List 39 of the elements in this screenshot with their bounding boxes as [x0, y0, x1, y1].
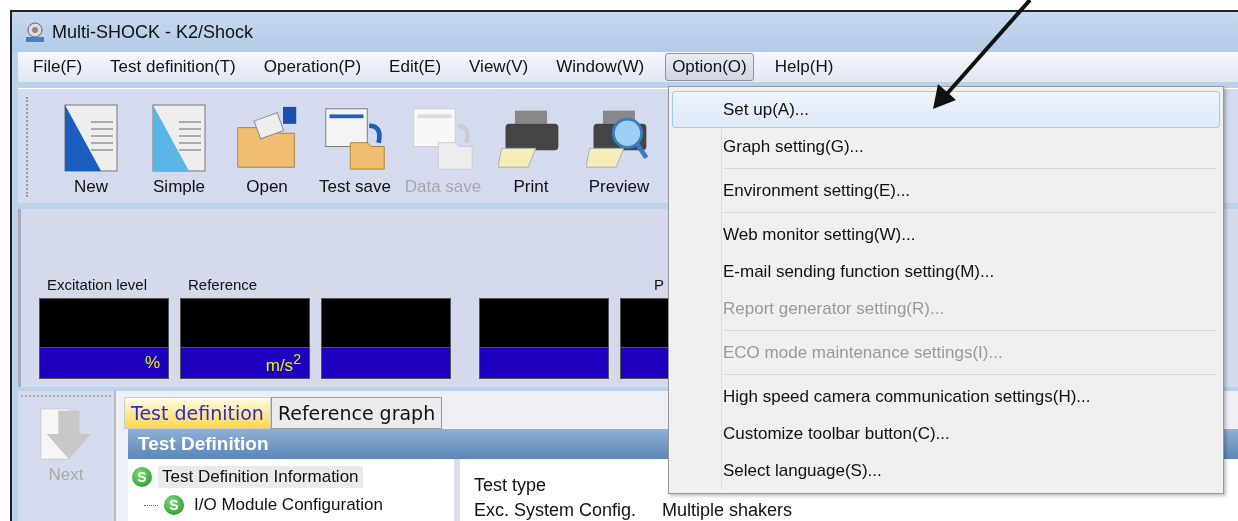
detail-label: Exc. System Config.	[474, 500, 637, 521]
unit-label: m/s$^{2}$	[265, 350, 301, 376]
app-icon	[24, 21, 46, 43]
toolbar-button[interactable]: Print	[489, 103, 573, 197]
tree-item[interactable]: I/O Module Configuration	[190, 494, 387, 516]
menu-item[interactable]: Select language(S)...	[672, 452, 1220, 489]
tab[interactable]: Reference graph	[270, 397, 443, 429]
meter-label: P	[653, 276, 665, 295]
window-title: Multi-SHOCK - K2/Shock	[52, 21, 254, 43]
menu-item[interactable]: View(V)	[462, 53, 536, 81]
status-icon: S	[164, 495, 184, 515]
detail-value: Multiple shakers	[662, 500, 793, 521]
status-icon: S	[132, 467, 152, 487]
meter-label: Excitation level	[46, 276, 149, 295]
menu-item[interactable]: Customize toolbar button(C)...	[672, 415, 1220, 452]
tree-item[interactable]: Test Definition Information	[158, 466, 363, 488]
menu-item[interactable]: Graph setting(G)...	[672, 128, 1220, 165]
tab[interactable]: Test definition	[124, 397, 271, 429]
menu-item[interactable]: Edit(E)	[382, 53, 449, 81]
menu-item[interactable]: Option(O)	[665, 53, 754, 81]
menu-item[interactable]: High speed camera communication settings(H)...	[672, 378, 1220, 415]
menu-item[interactable]: Operation(P)	[256, 53, 369, 81]
menu-item[interactable]: Test definition(T)	[103, 53, 243, 81]
meter-label: Reference	[187, 276, 259, 295]
panel-title: Test Definition	[138, 433, 269, 455]
menu-item[interactable]: Help(H)	[767, 53, 841, 81]
toolbar-button[interactable]: Test save	[313, 103, 397, 197]
menu-item[interactable]: Window(W)	[549, 53, 652, 81]
menu-item[interactable]: Web monitor setting(W)...	[672, 216, 1220, 253]
toolbar-button[interactable]: New	[49, 103, 133, 197]
menu-item[interactable]: Environment setting(E)...	[672, 172, 1220, 209]
menu-item[interactable]: E-mail sending function setting(M)...	[672, 253, 1220, 290]
detail-heading: Test type	[474, 475, 547, 496]
toolbar-button[interactable]: Simple	[137, 103, 221, 197]
unit-label: %	[144, 353, 160, 373]
toolbar-button[interactable]: Preview	[577, 103, 661, 197]
toolbar-button[interactable]: Open	[225, 103, 309, 197]
menu-item[interactable]: Set up(A)...	[672, 91, 1220, 128]
menu-item[interactable]: File(F)	[26, 53, 90, 81]
